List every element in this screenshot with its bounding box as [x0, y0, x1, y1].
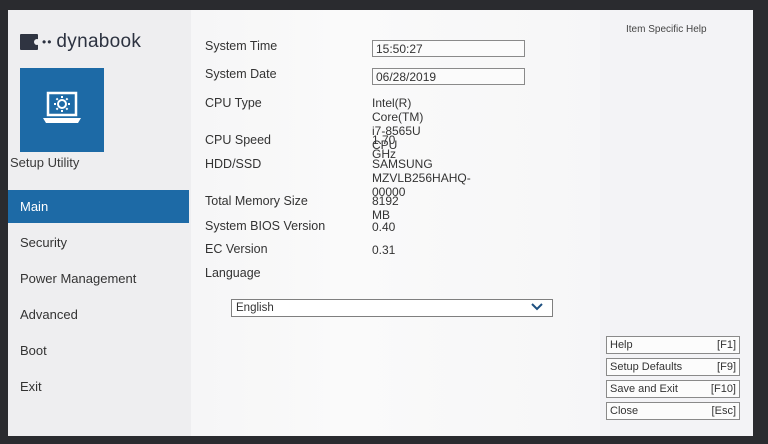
- cpu-speed-label: CPU Speed: [205, 133, 272, 147]
- setup-utility-tile: [20, 68, 104, 152]
- close-key-label: Close: [610, 405, 639, 417]
- help-key-shortcut: [F1]: [717, 339, 736, 351]
- item-specific-help-title: Item Specific Help: [626, 24, 707, 35]
- save-and-exit-key-shortcut: [F10]: [710, 383, 736, 395]
- ec-version-label: EC Version: [205, 242, 268, 256]
- dynabook-logo-mark: [20, 34, 40, 50]
- hdd-ssd-label: HDD/SSD: [205, 157, 262, 171]
- setup-defaults-key-shortcut: [F9]: [717, 361, 736, 373]
- system-date-field[interactable]: 06/28/2019: [372, 68, 525, 85]
- nav-item-main[interactable]: Main: [8, 190, 189, 223]
- nav-item-exit[interactable]: Exit: [8, 370, 189, 403]
- bios-version-label: System BIOS Version: [205, 219, 326, 233]
- system-time-field[interactable]: 15:50:27: [372, 40, 525, 57]
- dynabook-logo: •• dynabook: [20, 31, 142, 52]
- sidebar: •• dynabook Setup Utility Main Security …: [8, 10, 191, 436]
- main-nav: Main Security Power Management Advanced …: [8, 190, 189, 406]
- help-panel: Item Specific Help Help [F1] Setup Defau…: [600, 10, 753, 436]
- cpu-type-value-line1: Intel(R) Core(TM) i7-8565U: [372, 96, 424, 138]
- close-key-button[interactable]: Close [Esc]: [606, 402, 740, 420]
- hdd-ssd-value: SAMSUNG MZVLB256HAHQ-00000: [372, 157, 471, 199]
- nav-item-advanced[interactable]: Advanced: [8, 298, 189, 331]
- nav-item-power-management[interactable]: Power Management: [8, 262, 189, 295]
- setup-defaults-key-label: Setup Defaults: [610, 361, 683, 373]
- help-key-button[interactable]: Help [F1]: [606, 336, 740, 354]
- close-key-shortcut: [Esc]: [711, 405, 736, 417]
- language-label: Language: [205, 266, 261, 280]
- hdd-ssd-value-line1: SAMSUNG: [372, 157, 433, 171]
- laptop-gear-icon: [43, 91, 81, 123]
- cpu-type-label: CPU Type: [205, 96, 262, 110]
- ec-version-value: 0.31: [372, 243, 396, 257]
- help-key-label: Help: [610, 339, 633, 351]
- total-memory-value: 8192 MB: [372, 194, 399, 222]
- logo-dots: ••: [42, 35, 53, 49]
- bios-version-value: 0.40: [372, 220, 396, 234]
- language-select[interactable]: English: [231, 299, 553, 317]
- language-select-value: English: [236, 302, 274, 314]
- setup-defaults-key-button[interactable]: Setup Defaults [F9]: [606, 358, 740, 376]
- system-time-label: System Time: [205, 39, 278, 53]
- save-and-exit-key-button[interactable]: Save and Exit [F10]: [606, 380, 740, 398]
- nav-item-security[interactable]: Security: [8, 226, 189, 259]
- nav-item-boot[interactable]: Boot: [8, 334, 189, 367]
- bios-screen: •• dynabook Setup Utility Main Security …: [8, 10, 753, 436]
- setup-utility-title: Setup Utility: [10, 155, 80, 170]
- total-memory-label: Total Memory Size: [205, 194, 308, 208]
- save-and-exit-key-label: Save and Exit: [610, 383, 678, 395]
- chevron-down-icon: [531, 303, 543, 311]
- system-date-label: System Date: [205, 67, 277, 81]
- brand-name: dynabook: [56, 31, 142, 52]
